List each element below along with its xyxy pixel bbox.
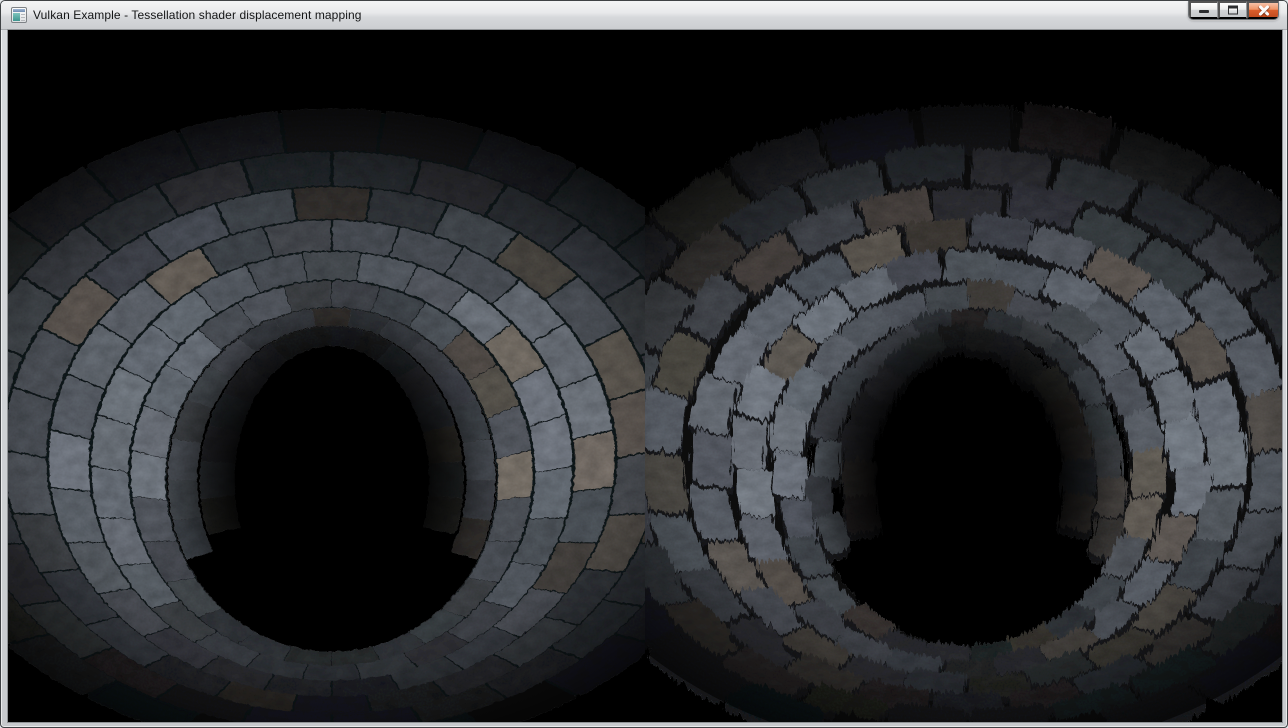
close-icon [1257,4,1270,16]
minimize-button[interactable] [1189,1,1218,19]
window-title: Vulkan Example - Tessellation shader dis… [33,8,362,22]
client-area [8,30,1282,722]
application-window-icon [11,7,27,23]
titlebar[interactable]: Vulkan Example - Tessellation shader dis… [1,1,1287,30]
maximize-button[interactable] [1218,1,1247,19]
vulkan-example-window: Vulkan Example - Tessellation shader dis… [0,0,1288,728]
maximize-icon [1228,6,1238,15]
minimize-icon [1199,10,1209,13]
window-controls [1188,1,1279,20]
vulkan-render-surface[interactable] [8,30,1282,722]
close-button[interactable] [1247,1,1278,19]
